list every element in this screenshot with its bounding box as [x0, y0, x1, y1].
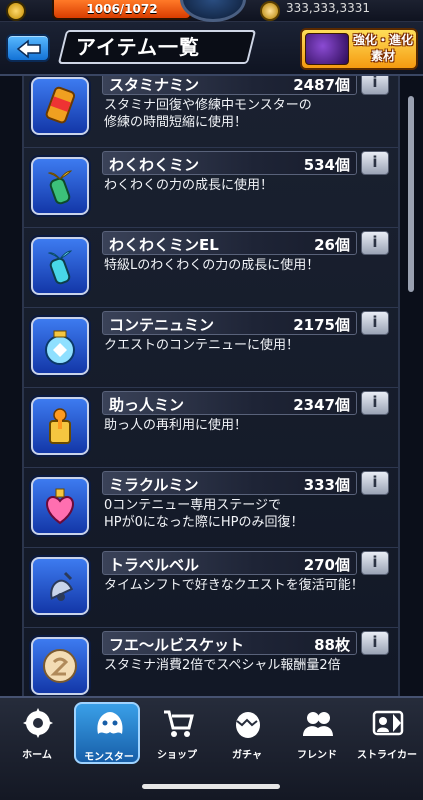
list-scrollbar[interactable] — [408, 96, 414, 292]
item-name: コンテニュミン — [109, 316, 215, 334]
rank-orb[interactable] — [180, 0, 246, 22]
item-description: スタミナ消費2倍でスペシャル報酬量2倍 — [104, 658, 341, 673]
info-button[interactable]: i — [361, 231, 389, 255]
item-name-bar: 助っ人ミン 2347個 — [102, 391, 357, 415]
info-button[interactable]: i — [361, 551, 389, 575]
item-name: フエ〜ルビスケット — [109, 636, 245, 654]
info-icon: i — [372, 153, 378, 171]
item-name: わくわくミンEL — [109, 236, 219, 254]
biscuit-icon — [31, 637, 89, 695]
can-icon — [31, 77, 89, 135]
nav-striker-label: ストライカー — [357, 750, 417, 761]
info-button[interactable]: i — [361, 151, 389, 175]
home-icon — [23, 708, 53, 738]
page-title-box: アイテム一覧 — [57, 30, 257, 64]
item-name: ミラクルミン — [109, 476, 199, 494]
monster-icon — [97, 712, 123, 734]
nav-striker[interactable]: ストライカー — [354, 702, 420, 764]
item-description: タイムシフトで好きなクエストを復活可能！ — [104, 578, 364, 593]
sprout-bottle-icon — [31, 157, 89, 215]
item-name-bar: ミラクルミン 333個 — [102, 471, 357, 495]
item-name-bar: わくわくミン 534個 — [102, 151, 357, 175]
info-button[interactable]: i — [361, 391, 389, 415]
info-button[interactable]: i — [361, 76, 389, 95]
item-name: わくわくミン — [109, 156, 200, 174]
item-description: スタミナ回復や修練中モンスターの 修練の時間短縮に使用！ — [104, 98, 312, 130]
info-icon: i — [372, 76, 378, 91]
item-count: 26個 — [314, 236, 350, 254]
list-item[interactable]: 助っ人ミン 2347個 i 助っ人の再利用に使用！ — [24, 388, 398, 468]
list-item[interactable]: わくわくミン 534個 i わくわくの力の成長に使用！ — [24, 148, 398, 228]
item-count: 333個 — [303, 476, 350, 494]
item-description: わくわくの力の成長に使用！ — [104, 178, 274, 193]
info-button[interactable]: i — [361, 311, 389, 335]
item-count: 2175個 — [293, 316, 350, 334]
screen-header: アイテム一覧 強化・進化 素材 — [0, 22, 423, 76]
nav-friend-label: フレンド — [297, 750, 337, 761]
item-count: 2347個 — [293, 396, 350, 414]
home-indicator[interactable] — [142, 784, 280, 789]
item-list[interactable]: スタミナミン 2487個 i スタミナ回復や修練中モンスターの 修練の時間短縮に… — [22, 76, 400, 696]
helper-bottle-icon — [31, 397, 89, 455]
continue-jar-icon — [31, 317, 89, 375]
list-item[interactable]: スタミナミン 2487個 i スタミナ回復や修練中モンスターの 修練の時間短縮に… — [24, 76, 398, 148]
info-icon: i — [372, 473, 378, 491]
info-icon: i — [372, 633, 378, 651]
item-name-bar: コンテニュミン 2175個 — [102, 311, 357, 335]
info-button[interactable]: i — [361, 471, 389, 495]
info-icon: i — [372, 313, 378, 331]
info-icon: i — [372, 393, 378, 411]
nav-home[interactable]: ホーム — [4, 702, 70, 764]
item-name: スタミナミン — [109, 76, 200, 94]
list-item[interactable]: ミラクルミン 333個 i 0コンテニュー専用ステージで HPが0になった際にH… — [24, 468, 398, 548]
heart-potion-icon — [31, 477, 89, 535]
nav-friend[interactable]: フレンド — [284, 702, 350, 764]
item-count: 534個 — [303, 156, 350, 174]
item-name-bar: トラベルベル 270個 — [102, 551, 357, 575]
info-icon: i — [372, 553, 378, 571]
item-name: 助っ人ミン — [109, 396, 185, 414]
item-description: クエストのコンテニューに使用！ — [104, 338, 300, 353]
nav-shop[interactable]: ショップ — [144, 702, 210, 764]
info-button[interactable]: i — [361, 631, 389, 655]
nav-home-label: ホーム — [22, 750, 52, 761]
list-item[interactable]: フエ〜ルビスケット 88枚 i スタミナ消費2倍でスペシャル報酬量2倍 — [24, 628, 398, 696]
nav-shop-label: ショップ — [157, 750, 197, 761]
monster-portrait-icon — [305, 33, 349, 65]
item-name: トラベルベル — [109, 556, 200, 574]
item-description: 特級Lのわくわくの力の成長に使用！ — [104, 258, 320, 273]
back-button[interactable] — [6, 34, 50, 62]
item-count: 88枚 — [314, 636, 350, 654]
nav-monster[interactable]: モンスター — [74, 702, 140, 764]
item-description: 0コンテニュー専用ステージで HPが0になった際にHPのみ回復！ — [104, 498, 304, 530]
list-item[interactable]: わくわくミンEL 26個 i 特級Lのわくわくの力の成長に使用！ — [24, 228, 398, 308]
item-description: 助っ人の再利用に使用！ — [104, 418, 248, 433]
evolve-materials-button[interactable]: 強化・進化 素材 — [300, 28, 418, 70]
sprout-bottle-el-icon — [31, 237, 89, 295]
nav-gacha-label: ガチャ — [232, 750, 262, 761]
stamina-icon — [6, 1, 26, 21]
item-name-bar: わくわくミンEL 26個 — [102, 231, 357, 255]
evolve-materials-label: 強化・進化 素材 — [352, 33, 413, 63]
item-count: 2487個 — [293, 76, 350, 94]
striker-card-icon — [372, 710, 404, 736]
list-item[interactable]: コンテニュミン 2175個 i クエストのコンテニューに使用！ — [24, 308, 398, 388]
bell-icon — [31, 557, 89, 615]
coin-icon — [260, 1, 280, 21]
page-title: アイテム一覧 — [76, 35, 200, 59]
nav-gacha[interactable]: ガチャ — [214, 702, 280, 764]
egg-icon — [236, 712, 260, 738]
coin-count: 333,333,3331 — [286, 1, 370, 15]
info-icon: i — [372, 233, 378, 251]
item-count: 270個 — [303, 556, 350, 574]
top-status-bar: 1006/1072 333,333,3331 — [0, 0, 423, 22]
friends-icon — [303, 712, 333, 736]
item-name-bar: フエ〜ルビスケット 88枚 — [102, 631, 357, 655]
back-arrow-icon — [16, 39, 41, 59]
nav-monster-label: モンスター — [84, 752, 134, 763]
item-name-bar: スタミナミン 2487個 — [102, 76, 357, 95]
stamina-bar: 1006/1072 — [52, 0, 192, 20]
cart-icon — [164, 710, 194, 737]
list-item[interactable]: トラベルベル 270個 i タイムシフトで好きなクエストを復活可能！ — [24, 548, 398, 628]
